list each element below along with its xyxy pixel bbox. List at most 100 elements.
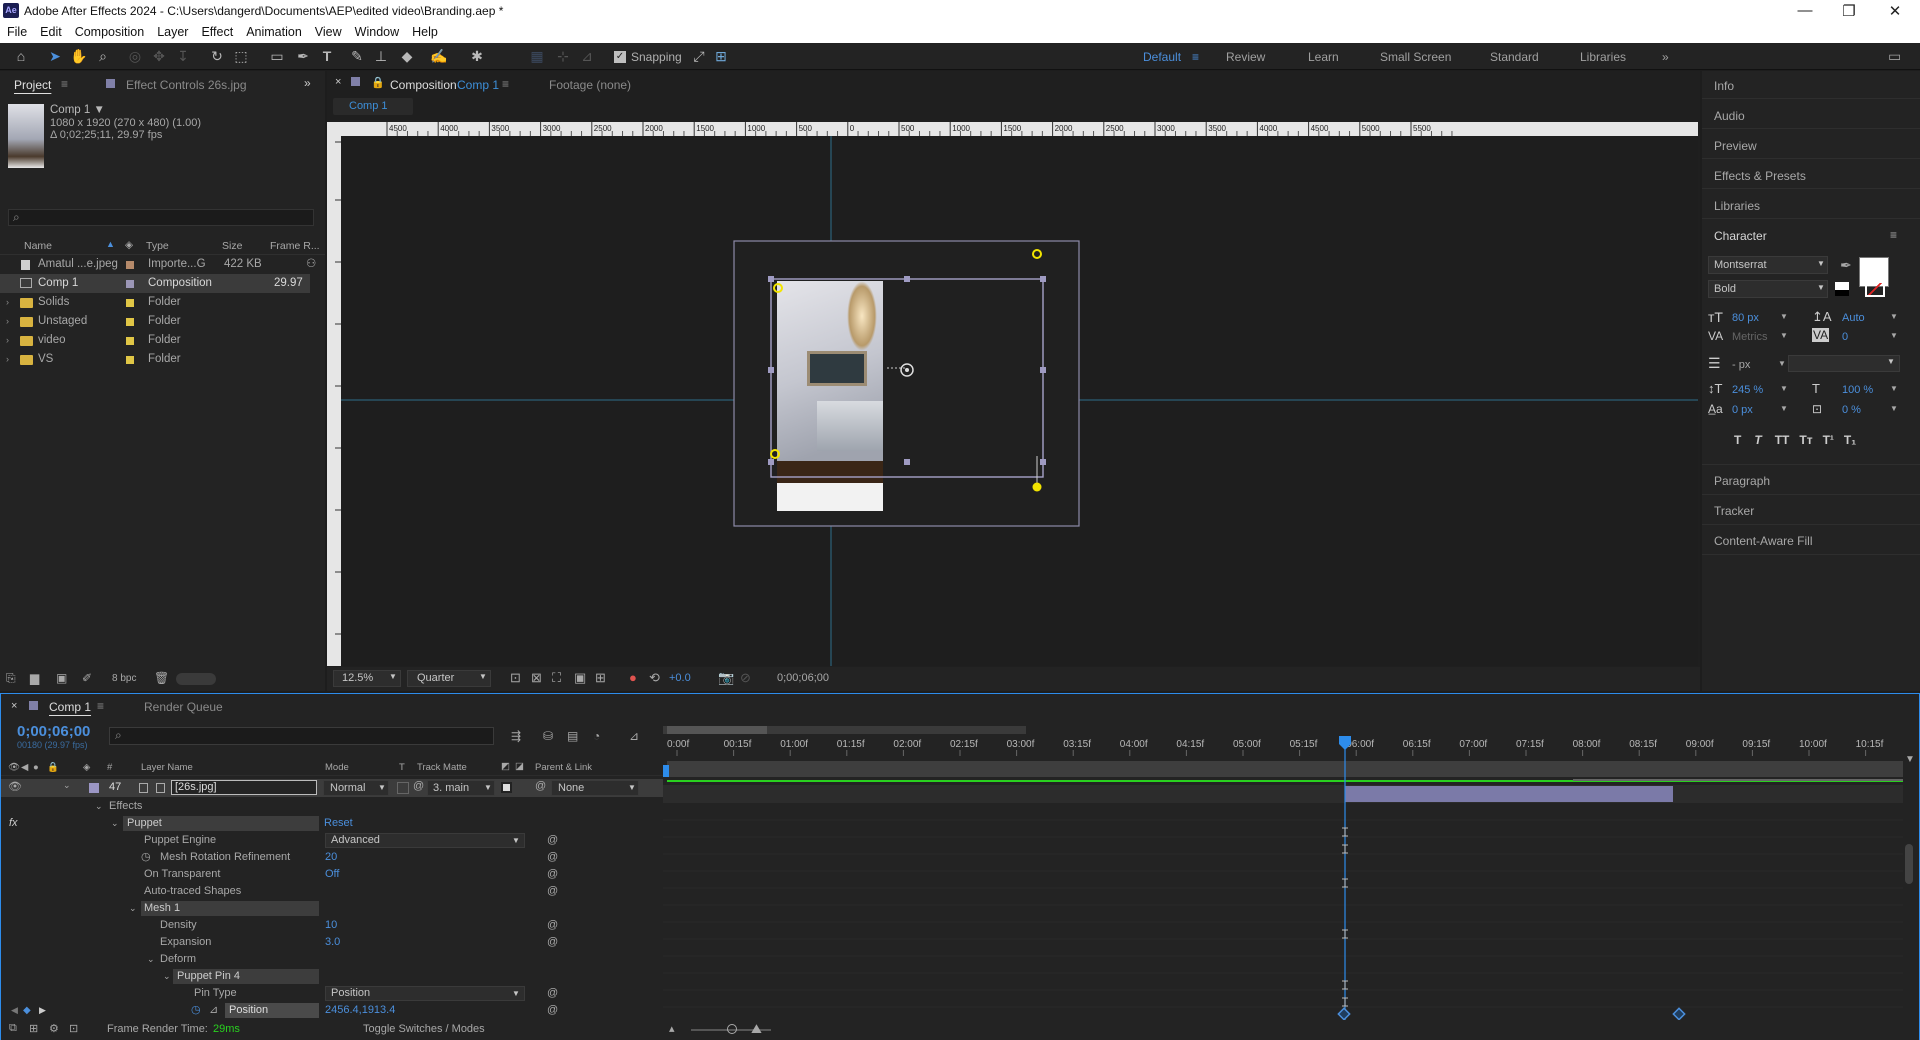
audio-switch-icon[interactable]: ◀ [21,762,28,773]
render-time-icon[interactable]: ⊡ [69,1022,78,1035]
col-t[interactable]: T [399,762,405,773]
workspace-learn[interactable]: Learn [1308,50,1339,64]
preserve-transparency-checkbox[interactable] [397,782,409,794]
content-aware-fill-panel[interactable]: Content-Aware Fill [1714,534,1812,548]
prop-row-expansion[interactable]: Expansion 3.0 @ [1,934,663,951]
clone-stamp-icon[interactable]: ⊥ [370,46,392,66]
puppet-engine-dropdown[interactable]: Advanced ▼ [325,833,525,848]
superscript-button[interactable]: T¹ [1823,433,1834,447]
selection-tool-icon[interactable]: ➤ [44,46,66,66]
composition-tab-label[interactable]: Composition [390,78,457,92]
dolly-camera-icon[interactable]: ↧ [172,46,194,66]
project-item[interactable]: Amatul ...e.jpeg Importe...G 422 KB ⚇ [0,255,325,274]
faux-italic-button[interactable]: T [1754,433,1761,447]
character-menu-icon[interactable]: ≡ [1890,228,1897,242]
effect-controls-tab[interactable]: Effect Controls 26s.jpg [126,78,247,92]
fx-icon[interactable]: fx [9,815,18,832]
rectangle-tool-icon[interactable]: ▭ [266,46,288,66]
panel-menu-icon[interactable]: ≡ [61,77,68,91]
menu-composition[interactable]: Composition [68,22,150,39]
pan-behind-icon[interactable]: ⬚ [230,46,252,66]
workspace-small-screen[interactable]: Small Screen [1380,50,1451,64]
exposure-value[interactable]: +0.0 [669,672,691,684]
zoom-dropdown[interactable]: 12.5% ▼ [333,670,401,687]
audio-panel[interactable]: Audio [1714,109,1745,123]
puppet-tool-icon[interactable]: ✱ [466,46,488,66]
vertical-scroll-thumb[interactable] [1905,844,1913,884]
menu-window[interactable]: Window [348,22,405,39]
prop-row-pin-type[interactable]: Pin Type Position ▼ @ [1,985,663,1002]
timeline-scrollbar[interactable] [1906,784,1914,1014]
transfer-controls-icon[interactable]: ⊞ [29,1022,38,1035]
expand-arrow-icon[interactable]: › [6,312,9,331]
baseline-shift-value[interactable]: 0 px [1732,404,1753,416]
prop-row-position[interactable]: ◀ ◆ ▶ ◷ ⊿ Position 2456.4,1913.4 @ [1,1002,663,1019]
prop-row-puppet-pin[interactable]: ⌄ Puppet Pin 4 [1,968,663,985]
pickwhip-icon[interactable]: @ [547,866,558,883]
reset-exposure-icon[interactable]: ⟲ [649,670,660,686]
video-switch-icon[interactable]: 👁 [8,762,20,773]
expand-arrow-icon[interactable]: › [6,331,9,350]
col-mode[interactable]: Mode [325,762,349,773]
paragraph-panel[interactable]: Paragraph [1714,474,1770,488]
rotate-tool-icon[interactable]: ↻ [206,46,228,66]
default-colors-icon[interactable] [1835,282,1849,296]
transparency-grid-icon[interactable]: ⊠ [531,670,542,686]
menu-edit[interactable]: Edit [33,22,68,39]
prop-row-auto-traced[interactable]: Auto-traced Shapes @ [1,883,663,900]
horizontal-scale-value[interactable]: 100 % [1842,384,1873,396]
show-snapshot-icon[interactable]: ⊘ [740,670,751,686]
col-parent[interactable]: Parent & Link [535,762,592,773]
tracker-panel[interactable]: Tracker [1714,504,1754,518]
preview-panel[interactable]: Preview [1714,139,1757,153]
workspace-libraries[interactable]: Libraries [1580,50,1626,64]
pickwhip-icon[interactable]: @ [547,849,558,866]
stroke-width-value[interactable]: - px [1732,359,1750,371]
project-item[interactable]: › Solids Folder [0,293,325,312]
label-tag-icon[interactable]: ◈ [125,239,133,251]
prev-keyframe-icon[interactable]: ◀ [11,1002,18,1019]
stroke-color-swatch[interactable] [1865,281,1885,297]
snapshot-icon[interactable]: 📷 [718,670,734,686]
add-keyframe-icon[interactable]: ◆ [23,1002,31,1019]
stopwatch-icon[interactable]: ◷ [141,849,151,866]
project-item[interactable]: › VS Folder [0,350,325,369]
sort-arrow-icon[interactable]: ▲ [106,239,115,249]
kerning-value[interactable]: Metrics [1732,331,1767,343]
prop-row-on-transparent[interactable]: On Transparent Off @ [1,866,663,883]
col-type[interactable]: Type [146,240,169,252]
footage-tab[interactable]: Footage (none) [549,78,631,92]
project-item[interactable]: › Unstaged Folder [0,312,325,331]
render-queue-tab[interactable]: Render Queue [144,700,223,714]
parent-dropdown[interactable]: None ▼ [551,780,639,796]
tracking-value[interactable]: 0 [1842,331,1848,343]
parent-pickwhip-icon[interactable]: @ [535,780,546,792]
layer-switches-icon[interactable]: ⧉ [9,1022,17,1035]
prop-row-mesh-1[interactable]: ⌄ Mesh 1 [1,900,663,917]
prop-row-mesh-rotation[interactable]: ◷ Mesh Rotation Refinement 20 @ [1,849,663,866]
roto-brush-icon[interactable]: ✍ [428,46,450,66]
matte-switch-icon[interactable]: ◩ [501,761,510,772]
orbit-camera-icon[interactable]: ◎ [124,46,146,66]
bit-depth[interactable]: 8 bpc [112,673,136,684]
effects-presets-panel[interactable]: Effects & Presets [1714,169,1806,183]
graph-editor-icon[interactable]: ⊿ [629,729,639,743]
composition-tab-name[interactable]: Comp 1 [457,78,499,92]
character-panel-title[interactable]: Character [1714,229,1767,243]
pan-camera-icon[interactable]: ✥ [148,46,170,66]
menu-help[interactable]: Help [405,22,444,39]
project-item[interactable]: Comp 1 Composition 29.97 [0,274,310,293]
col-size[interactable]: Size [222,240,242,252]
prop-row-density[interactable]: Density 10 @ [1,917,663,934]
zoom-in-icon[interactable]: ⛰ [751,1021,762,1037]
close-icon[interactable]: ✕ [1880,2,1910,20]
comp-name-header[interactable]: Comp 1 ▼ [50,104,105,116]
graph-icon[interactable]: ⊿ [209,1002,218,1019]
grid-guides-icon[interactable]: ⊞ [595,670,606,686]
menu-effect[interactable]: Effect [194,22,239,39]
timeline-graph[interactable]: 0:00f 00:15f 01:00f 01:15f 02:00f 02:15f 03:00… [663,724,1903,1020]
frame-blending-icon[interactable]: ▤ [567,729,578,743]
workspace-menu-icon[interactable]: ≡ [1192,50,1199,64]
stroke-type-dropdown[interactable]: ▼ [1788,355,1900,372]
font-size-value[interactable]: 80 px [1732,312,1759,324]
